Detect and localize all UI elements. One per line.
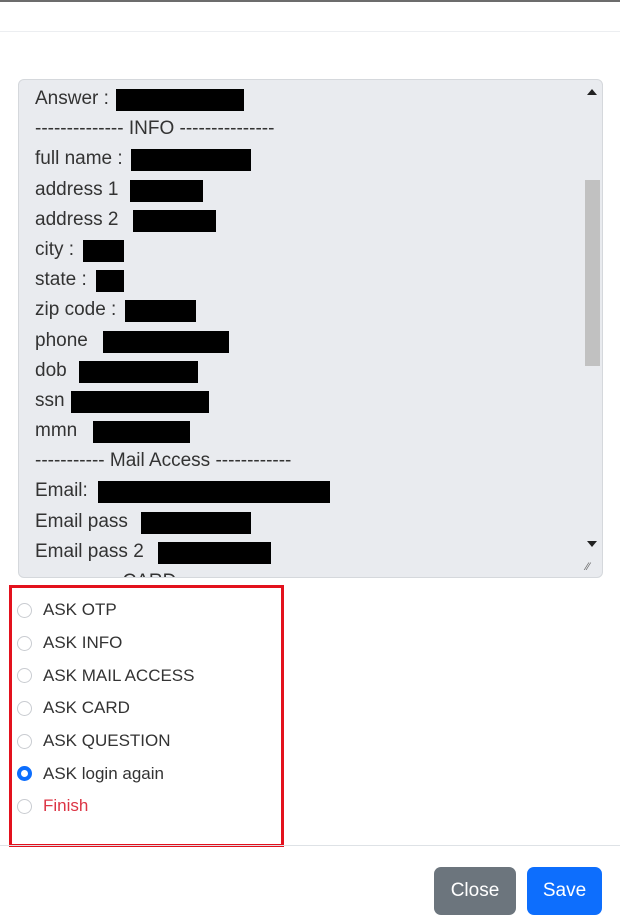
radio-button[interactable]	[17, 733, 32, 749]
line-label: address 2	[35, 208, 119, 230]
line-label: Email:	[35, 480, 88, 502]
line-label: ssn	[35, 389, 65, 411]
radio-label: ASK INFO	[43, 633, 123, 653]
scroll-thumb[interactable]	[585, 180, 600, 366]
textarea-line: address 2	[35, 205, 291, 235]
footer-divider	[0, 845, 620, 846]
resize-grip-icon[interactable]: ⁄⁄	[586, 561, 600, 575]
line-label: full name :	[35, 148, 123, 170]
textarea-line: ------------- CARD	[35, 567, 291, 577]
line-label: Email pass 2	[35, 540, 144, 562]
textarea-line: address 1	[35, 175, 291, 205]
radio-label: ASK CARD	[43, 698, 130, 718]
radio-option[interactable]: ASK login again	[17, 757, 194, 790]
save-button[interactable]: Save	[527, 867, 602, 915]
redaction-box	[133, 209, 216, 232]
radio-option[interactable]: ASK QUESTION	[17, 725, 194, 758]
textarea-line: ssn	[35, 386, 291, 416]
textarea-line: mmn	[35, 416, 291, 446]
line-label: ------------- CARD	[35, 571, 176, 577]
radio-button[interactable]	[17, 798, 32, 814]
redaction-box	[96, 270, 124, 293]
redaction-box	[79, 360, 198, 383]
window-top-border	[0, 0, 620, 2]
radio-option[interactable]: ASK OTP	[17, 594, 194, 627]
radio-button[interactable]	[17, 766, 32, 782]
textarea-line: zip code :	[35, 295, 291, 325]
textarea-line: Email pass 2	[35, 537, 291, 567]
header-divider	[0, 31, 620, 32]
redaction-box	[71, 390, 209, 413]
radio-label: ASK MAIL ACCESS	[43, 665, 195, 685]
redaction-box	[83, 239, 124, 262]
textarea-line: phone	[35, 326, 291, 356]
radio-option[interactable]: ASK MAIL ACCESS	[17, 659, 194, 692]
line-label: dob	[35, 359, 67, 381]
scroll-down-arrow-icon[interactable]	[587, 541, 597, 547]
redaction-box	[131, 149, 251, 172]
redaction-box	[98, 481, 330, 504]
line-label: mmn	[35, 420, 78, 442]
line-label: ----------- Mail Access ------------	[35, 450, 292, 472]
radio-button[interactable]	[17, 700, 32, 716]
line-label: -------------- INFO ---------------	[35, 118, 275, 140]
radio-label: Finish	[43, 796, 89, 816]
radio-label: ASK OTP	[43, 600, 117, 620]
line-label: city :	[35, 238, 75, 260]
textarea-line: city :	[35, 235, 291, 265]
textarea-line: Email:	[35, 476, 330, 506]
textarea-scrollbar[interactable]	[583, 80, 602, 577]
radio-label: ASK login again	[43, 763, 164, 783]
textarea-line: Answer :	[35, 84, 291, 114]
redaction-box	[93, 421, 190, 444]
radio-option[interactable]: ASK CARD	[17, 692, 194, 725]
action-radio-group: ASK OTP ASK INFO ASK MAIL ACCESS ASK CARD AS…	[17, 594, 194, 823]
textarea-line: -------------- INFO ---------------	[35, 114, 291, 144]
radio-option[interactable]: ASK INFO	[17, 627, 194, 660]
line-label: Email pass	[35, 510, 128, 532]
radio-button[interactable]	[17, 635, 32, 651]
textarea-content: Answer : -------------- INFO ------------…	[35, 84, 330, 577]
redaction-box	[130, 179, 203, 202]
line-label: Answer :	[35, 88, 109, 109]
redaction-box	[103, 330, 229, 353]
textarea-line: Email pass	[35, 507, 291, 537]
radio-label: ASK QUESTION	[43, 731, 171, 751]
textarea-line: state :	[35, 265, 291, 295]
radio-option[interactable]: Finish	[17, 790, 194, 823]
scroll-up-arrow-icon[interactable]	[587, 89, 597, 95]
line-label: phone	[35, 329, 88, 351]
close-button[interactable]: Close	[434, 867, 516, 915]
redaction-box	[141, 511, 251, 534]
textarea-line: dob	[35, 356, 291, 386]
line-label: address 1	[35, 178, 119, 200]
details-textarea[interactable]: Answer : -------------- INFO ------------…	[18, 79, 603, 578]
redaction-box	[125, 300, 196, 323]
radio-button[interactable]	[17, 668, 32, 684]
redaction-box	[116, 89, 244, 111]
redaction-box	[158, 541, 271, 564]
radio-button[interactable]	[17, 602, 32, 618]
textarea-line: full name :	[35, 144, 291, 174]
textarea-line: ----------- Mail Access ------------	[35, 446, 291, 476]
line-label: zip code :	[35, 299, 117, 321]
line-label: state :	[35, 269, 87, 291]
